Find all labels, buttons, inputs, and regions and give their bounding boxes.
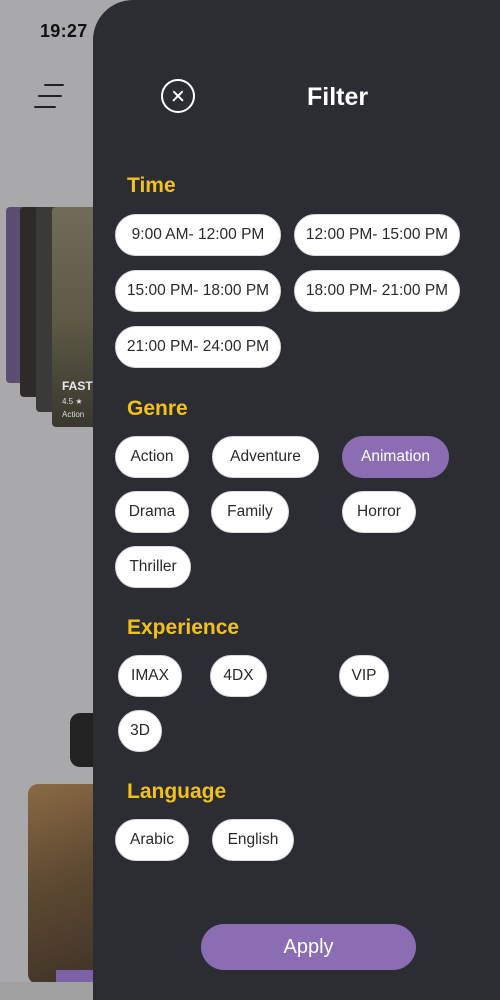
poster-genre: Action: [62, 410, 85, 419]
genre-chip[interactable]: Drama: [115, 491, 189, 533]
time-chip[interactable]: 12:00 PM- 15:00 PM: [294, 214, 460, 256]
status-time: 19:27: [40, 21, 88, 41]
close-icon[interactable]: [161, 79, 195, 113]
genre-chip[interactable]: Adventure: [212, 436, 319, 478]
time-chip[interactable]: 18:00 PM- 21:00 PM: [294, 270, 460, 312]
experience-chip[interactable]: 3D: [118, 710, 162, 752]
filter-title: Filter: [307, 83, 369, 111]
genre-chip[interactable]: Family: [211, 491, 289, 533]
genre-chip[interactable]: Action: [115, 436, 189, 478]
section-title-experience: Experience: [127, 616, 240, 639]
experience-chip[interactable]: VIP: [339, 655, 389, 697]
time-chip[interactable]: 9:00 AM- 12:00 PM: [115, 214, 281, 256]
section-title-genre: Genre: [127, 397, 188, 420]
apply-button[interactable]: Apply: [201, 924, 416, 970]
filter-drawer: Filter Time 9:00 AM- 12:00 PM 12:00 PM- …: [93, 0, 500, 1000]
experience-chip[interactable]: 4DX: [210, 655, 267, 697]
menu-icon[interactable]: [34, 84, 64, 110]
genre-chip[interactable]: Horror: [342, 491, 416, 533]
section-title-time: Time: [127, 174, 176, 197]
experience-chip[interactable]: IMAX: [118, 655, 182, 697]
poster-title: FAST: [62, 379, 93, 393]
genre-chip[interactable]: Thriller: [115, 546, 191, 588]
section-title-language: Language: [127, 780, 227, 803]
language-chip[interactable]: English: [212, 819, 294, 861]
time-chip[interactable]: 15:00 PM- 18:00 PM: [115, 270, 281, 312]
time-chip[interactable]: 21:00 PM- 24:00 PM: [115, 326, 281, 368]
genre-chip-selected[interactable]: Animation: [342, 436, 449, 478]
poster-rating: 4.5 ★: [62, 397, 83, 406]
language-chip[interactable]: Arabic: [115, 819, 189, 861]
